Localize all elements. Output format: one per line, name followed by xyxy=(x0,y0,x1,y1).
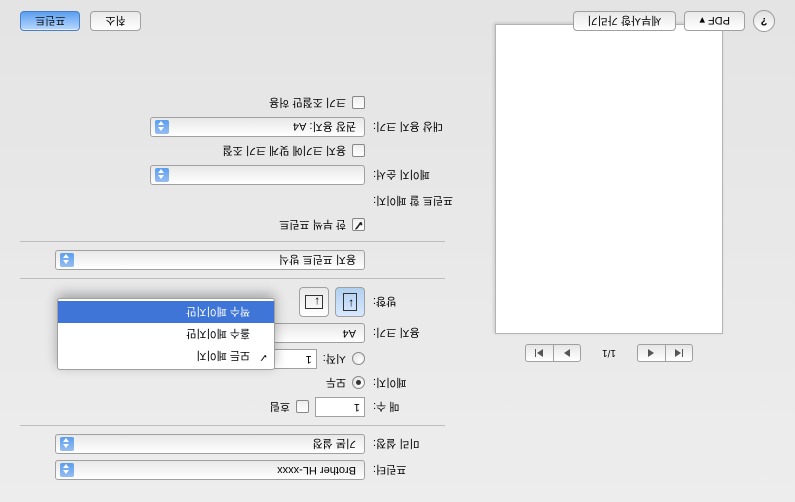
pages-label: 페이지: xyxy=(365,375,795,391)
triangle-left-icon xyxy=(649,349,655,357)
printer-select[interactable]: Brother HL-xxxx xyxy=(55,460,365,480)
pages-range-radio[interactable] xyxy=(352,353,365,366)
printer-label: 프린터: xyxy=(365,462,795,478)
preset-value: 기본 설정 xyxy=(312,436,356,452)
orientation-portrait-button[interactable] xyxy=(335,287,365,317)
reverse-checkbox-label: 한 부씩 프린트 xyxy=(279,217,346,233)
print-button[interactable]: 프린트 xyxy=(20,11,80,31)
dropdown-item-even[interactable]: 짝수 페이지만 xyxy=(58,301,274,323)
triangle-right-icon xyxy=(564,349,570,357)
collate-label: 흐림 xyxy=(270,399,290,415)
dropdown-item-odd-label: 홀수 페이지만 xyxy=(186,327,250,339)
cancel-button[interactable]: 취소 xyxy=(90,11,140,31)
pages-to-print-dropdown[interactable]: ✓ 모든 페이지 홀수 페이지만 짝수 페이지만 xyxy=(57,298,275,370)
pager-text: 1/1 xyxy=(591,348,627,359)
pages-from-input[interactable] xyxy=(273,349,317,369)
preset-label: 미리 설정: xyxy=(365,436,795,452)
pages-from-label: 시작: xyxy=(323,351,346,367)
pdf-button[interactable]: PDF ▾ xyxy=(684,11,745,31)
copies-input[interactable] xyxy=(315,397,365,417)
collate-checkbox[interactable] xyxy=(296,401,309,414)
pages-all-label: 모두 xyxy=(326,375,346,391)
dropdown-item-all[interactable]: ✓ 모든 페이지 xyxy=(58,345,274,367)
fit-checkbox[interactable] xyxy=(352,145,365,158)
orientation-landscape-button[interactable] xyxy=(299,287,329,317)
target-paper-value: 권장 용지: A4 xyxy=(293,119,356,135)
check-icon: ✓ xyxy=(259,351,268,364)
paper-value: A4 xyxy=(343,327,356,339)
scale-only-label: 크기 조절만 허용 xyxy=(269,95,346,111)
target-paper-select[interactable]: 권장 용지: A4 xyxy=(150,117,365,137)
scale-only-checkbox[interactable] xyxy=(352,97,365,110)
reverse-checkbox[interactable] xyxy=(352,219,365,232)
dropdown-item-all-label: 모든 페이지 xyxy=(196,349,250,361)
preset-select[interactable]: 기본 설정 xyxy=(55,434,365,454)
pager-last-button[interactable] xyxy=(525,344,553,362)
landscape-icon xyxy=(305,295,323,309)
section-value: 용지 프린트 방식 xyxy=(279,252,356,268)
copies-label: 매 수: xyxy=(365,399,795,415)
page-preview xyxy=(495,24,723,334)
help-button[interactable]: ? xyxy=(753,10,775,32)
dropdown-item-even-label: 짝수 페이지만 xyxy=(186,305,250,317)
pages-all-radio[interactable] xyxy=(352,377,365,390)
pager-first-button[interactable] xyxy=(665,344,693,362)
hide-details-button[interactable]: 세부사항 가리기 xyxy=(573,11,677,31)
portrait-icon xyxy=(343,293,357,311)
pager-prev-button[interactable] xyxy=(637,344,665,362)
page-order-select[interactable] xyxy=(150,165,365,185)
section-select[interactable]: 용지 프린트 방식 xyxy=(55,250,365,270)
dropdown-item-odd[interactable]: 홀수 페이지만 xyxy=(58,323,274,345)
printer-value: Brother HL-xxxx xyxy=(277,464,356,476)
pager-next-button[interactable] xyxy=(553,344,581,362)
fit-checkbox-label: 용지 크기에 맞게 크기 조절 xyxy=(222,143,346,159)
